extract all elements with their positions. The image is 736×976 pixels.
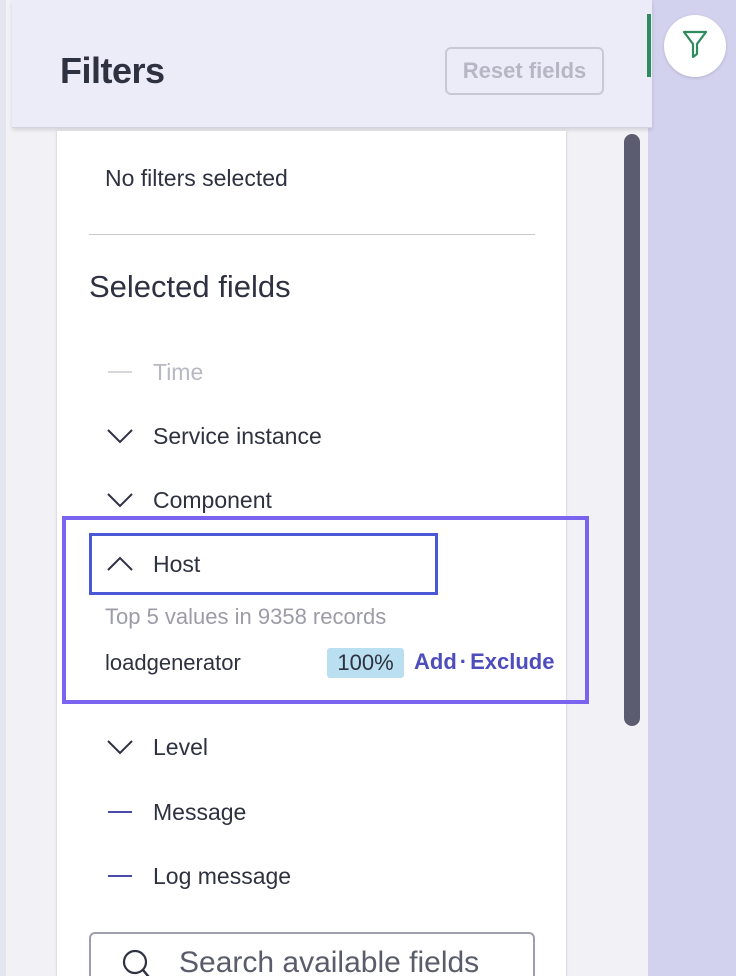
panel-title: Filters xyxy=(60,50,165,91)
no-filters-text: No filters selected xyxy=(105,165,288,191)
host-highlight-box xyxy=(62,516,589,704)
field-label: Time xyxy=(153,358,204,385)
funnel-icon xyxy=(681,29,709,64)
search-available-fields-input[interactable]: Search available fields xyxy=(89,932,535,976)
reset-fields-button[interactable]: Reset fields xyxy=(445,47,604,95)
search-placeholder[interactable]: Search available fields xyxy=(179,946,479,976)
active-indicator xyxy=(647,14,651,77)
field-row-time: Time xyxy=(107,352,203,392)
field-label[interactable]: Component xyxy=(153,487,272,514)
selected-fields-title: Selected fields xyxy=(89,269,291,304)
chevron-down-icon[interactable] xyxy=(107,416,133,456)
panel-header: Filters Reset fields xyxy=(12,0,652,128)
field-label[interactable]: Service instance xyxy=(153,423,322,450)
field-row-service-instance[interactable]: Service instance xyxy=(107,416,322,456)
chevron-down-icon[interactable] xyxy=(107,727,133,767)
field-label: Log message xyxy=(153,862,292,889)
divider xyxy=(89,234,535,235)
dash-icon xyxy=(107,792,133,832)
field-label[interactable]: Level xyxy=(153,734,208,761)
field-label: Message xyxy=(153,798,247,825)
field-row-log-message: Log message xyxy=(107,856,291,896)
field-row-level[interactable]: Level xyxy=(107,727,208,767)
search-icon xyxy=(121,948,155,976)
dash-icon xyxy=(107,856,133,896)
chevron-down-icon[interactable] xyxy=(107,480,133,520)
field-row-component[interactable]: Component xyxy=(107,480,272,520)
field-row-message: Message xyxy=(107,792,246,832)
filter-toggle-button[interactable] xyxy=(664,15,726,77)
scrollbar-thumb[interactable] xyxy=(624,134,640,726)
dash-icon xyxy=(107,352,133,392)
